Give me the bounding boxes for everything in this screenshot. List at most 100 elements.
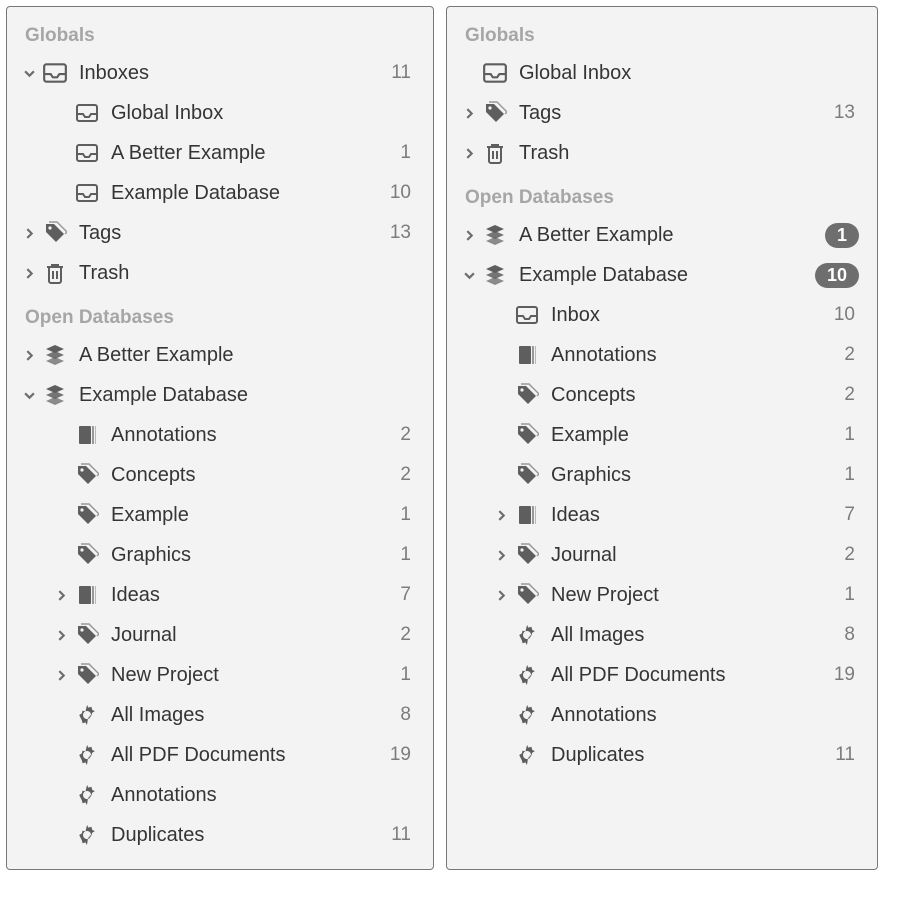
row-child[interactable]: Inbox10	[457, 295, 867, 335]
section-header-globals: Globals	[17, 17, 423, 53]
row-child[interactable]: A Better Example1	[17, 133, 423, 173]
row-child[interactable]: All Images8	[457, 615, 867, 655]
row-global-inbox[interactable]: Global Inbox	[457, 53, 867, 93]
gear-icon	[513, 621, 541, 649]
book-icon	[513, 501, 541, 529]
chevron-down-icon[interactable]	[457, 270, 481, 281]
row-count: 11	[391, 824, 415, 846]
row-child[interactable]: Annotations2	[457, 335, 867, 375]
row-label: A Better Example	[111, 142, 400, 165]
row-child[interactable]: Annotations	[17, 775, 423, 815]
chevron-down-icon[interactable]	[17, 390, 41, 401]
row-child[interactable]: Annotations	[457, 695, 867, 735]
row-child[interactable]: Global Inbox	[17, 93, 423, 133]
chevron-right-icon[interactable]	[17, 228, 41, 239]
row-tags[interactable]: Tags 13	[457, 93, 867, 133]
gear-icon	[513, 741, 541, 769]
row-child[interactable]: Annotations2	[17, 415, 423, 455]
tags-icon	[73, 541, 101, 569]
row-count: 19	[390, 744, 415, 766]
row-database[interactable]: A Better Example 1	[457, 215, 867, 255]
row-count: 7	[844, 504, 859, 526]
chevron-down-icon[interactable]	[17, 68, 41, 79]
row-child[interactable]: Duplicates11	[17, 815, 423, 855]
database-icon	[41, 341, 69, 369]
row-tags[interactable]: Tags 13	[17, 213, 423, 253]
row-label: Inboxes	[79, 62, 391, 85]
chevron-right-icon[interactable]	[49, 590, 73, 601]
tags-icon	[73, 501, 101, 529]
row-child[interactable]: Graphics1	[457, 455, 867, 495]
section-header-globals: Globals	[457, 17, 867, 53]
database-icon	[41, 381, 69, 409]
inbox-icon	[481, 59, 509, 87]
row-child[interactable]: Example Database10	[17, 173, 423, 213]
row-label: All Images	[551, 624, 844, 647]
row-trash[interactable]: Trash	[17, 253, 423, 293]
chevron-right-icon[interactable]	[457, 230, 481, 241]
row-label: Graphics	[111, 544, 400, 567]
row-child[interactable]: Concepts2	[17, 455, 423, 495]
chevron-right-icon[interactable]	[457, 108, 481, 119]
row-child[interactable]: All PDF Documents19	[457, 655, 867, 695]
chevron-right-icon[interactable]	[457, 148, 481, 159]
row-child[interactable]: Journal2	[17, 615, 423, 655]
row-count: 1	[844, 424, 859, 446]
row-count: 1	[400, 504, 415, 526]
tags-icon	[73, 461, 101, 489]
row-trash[interactable]: Trash	[457, 133, 867, 173]
row-child[interactable]: Graphics1	[17, 535, 423, 575]
sidebar-left: Globals Inboxes 11 Global InboxA Better …	[6, 6, 434, 870]
row-label: Concepts	[111, 464, 400, 487]
row-child[interactable]: New Project1	[17, 655, 423, 695]
row-child[interactable]: New Project1	[457, 575, 867, 615]
tags-icon	[513, 541, 541, 569]
row-count: 2	[844, 344, 859, 366]
chevron-right-icon[interactable]	[489, 550, 513, 561]
row-count: 2	[400, 424, 415, 446]
tags-icon	[513, 381, 541, 409]
tags-icon	[513, 461, 541, 489]
row-count: 8	[400, 704, 415, 726]
inbox-icon	[73, 99, 101, 127]
row-count: 2	[400, 624, 415, 646]
row-label: Example Database	[519, 264, 815, 287]
row-count: 11	[835, 744, 859, 766]
row-count: 10	[834, 304, 859, 326]
row-child[interactable]: Example1	[457, 415, 867, 455]
row-child[interactable]: Ideas7	[17, 575, 423, 615]
row-label: Example	[111, 504, 400, 527]
chevron-right-icon[interactable]	[489, 510, 513, 521]
row-inboxes[interactable]: Inboxes 11	[17, 53, 423, 93]
row-child[interactable]: All PDF Documents19	[17, 735, 423, 775]
row-child[interactable]: Ideas7	[457, 495, 867, 535]
row-label: Annotations	[551, 344, 844, 367]
chevron-right-icon[interactable]	[17, 350, 41, 361]
row-child[interactable]: Journal2	[457, 535, 867, 575]
inbox-icon	[41, 59, 69, 87]
chevron-right-icon[interactable]	[489, 590, 513, 601]
count-pill: 1	[825, 223, 859, 248]
row-label: Ideas	[111, 584, 400, 607]
count-pill: 10	[815, 263, 859, 288]
row-database[interactable]: Example Database 10	[457, 255, 867, 295]
row-database[interactable]: A Better Example	[17, 335, 423, 375]
tag-icon	[41, 219, 69, 247]
row-child[interactable]: Concepts2	[457, 375, 867, 415]
row-child[interactable]: All Images8	[17, 695, 423, 735]
row-label: Tags	[79, 222, 390, 245]
chevron-right-icon[interactable]	[17, 268, 41, 279]
row-count: 11	[391, 62, 415, 84]
chevron-right-icon[interactable]	[49, 630, 73, 641]
row-label: Duplicates	[551, 744, 835, 767]
gear-icon	[73, 781, 101, 809]
row-count: 1	[400, 142, 415, 164]
row-child[interactable]: Example1	[17, 495, 423, 535]
gear-icon	[73, 821, 101, 849]
row-label: Trash	[79, 262, 415, 285]
row-count: 2	[844, 384, 859, 406]
row-count: 19	[834, 664, 859, 686]
row-child[interactable]: Duplicates11	[457, 735, 867, 775]
chevron-right-icon[interactable]	[49, 670, 73, 681]
row-database[interactable]: Example Database	[17, 375, 423, 415]
